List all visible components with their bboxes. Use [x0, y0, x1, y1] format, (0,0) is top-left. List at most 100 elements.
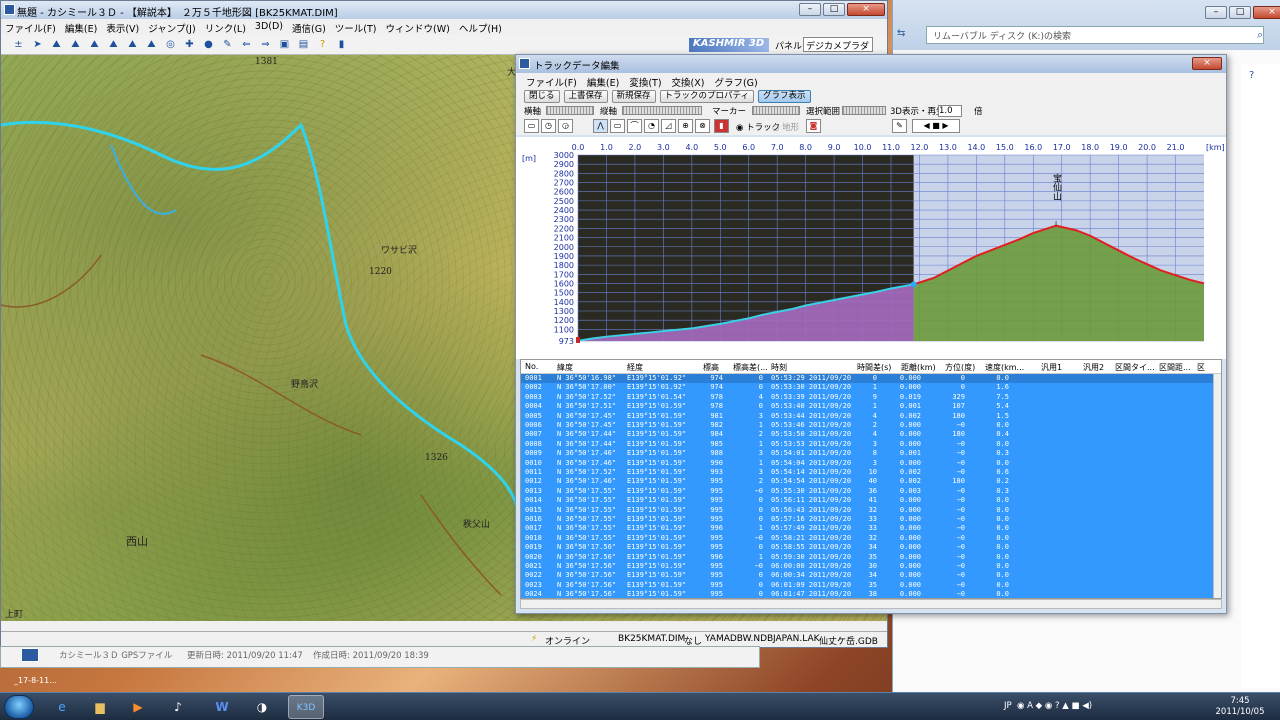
y-axis-slider[interactable]	[622, 106, 702, 115]
track-menu-convert[interactable]: 変換(T)	[629, 75, 661, 89]
clock-icon[interactable]: ◷	[541, 119, 556, 133]
mountain-down-icon[interactable]: ⛰	[87, 38, 102, 52]
track-line-icon[interactable]: ▭	[524, 119, 539, 133]
list-horizontal-scrollbar[interactable]	[520, 599, 1222, 609]
flat-line-icon[interactable]: ▭	[610, 119, 625, 133]
col-general1[interactable]: 汎用1	[1041, 362, 1062, 373]
arrow-right-icon[interactable]: ⇒	[258, 38, 273, 52]
table-row[interactable]: 0012 N 36°50'17.46" E139°15'01.59" 995 2 05:5…	[521, 477, 1213, 486]
shape-icon[interactable]: ◔	[644, 119, 659, 133]
system-tray[interactable]: JP ◉ A ◆ ◉ ? ▲ ■ ◀)	[1004, 701, 1092, 711]
graph-display-button[interactable]: グラフ表示	[758, 90, 811, 103]
x-axis-slider[interactable]	[546, 106, 594, 115]
table-row[interactable]: 0010 N 36°50'17.46" E139°15'01.59" 990 1 05:5…	[521, 459, 1213, 468]
maximize-button[interactable]: □	[1229, 6, 1251, 19]
edit-icon[interactable]: ✎	[892, 119, 907, 133]
menu-help[interactable]: ヘルプ(H)	[459, 21, 502, 35]
menu-window[interactable]: ウィンドウ(W)	[386, 21, 450, 35]
col-lat[interactable]: 緯度	[557, 362, 573, 373]
clock[interactable]: 7:45 2011/10/05	[1210, 696, 1270, 718]
mountain-right-icon[interactable]: ⛰	[125, 38, 140, 52]
col-elev-diff[interactable]: 標高差(...	[733, 362, 768, 373]
new-save-button[interactable]: 新規保存	[611, 90, 656, 103]
paint-icon[interactable]: ◑	[244, 695, 280, 719]
elevation-chart[interactable]: 973 1100 1200 1300 1400 1500 1600 1700 1800 1900 2…	[516, 137, 1226, 359]
close-button[interactable]: ×	[847, 3, 885, 16]
close-track-button[interactable]: 閉じる	[524, 90, 560, 103]
overwrite-save-button[interactable]: 上書保存	[563, 90, 608, 103]
media-player-icon[interactable]: ▶	[120, 695, 156, 719]
globe-icon[interactable]: ●	[201, 38, 216, 52]
audio-icon[interactable]: ♪	[160, 695, 196, 719]
clock-add-icon[interactable]: ◶	[558, 119, 573, 133]
track-close-button[interactable]: ×	[1192, 57, 1222, 70]
close-button[interactable]: ×	[1253, 6, 1280, 19]
explorer-search-input[interactable]: リムーバブル ディスク (K:)の検索	[926, 26, 1264, 44]
col-section-time[interactable]: 区間タイ...	[1115, 362, 1155, 373]
col-distance[interactable]: 距離(km)	[901, 362, 936, 373]
table-row[interactable]: 0016 N 36°50'17.55" E139°15'01.59" 995 0 05:5…	[521, 515, 1213, 524]
pencil-icon[interactable]: ✎	[220, 38, 235, 52]
folder-icon[interactable]: ▆	[82, 695, 118, 719]
save-icon[interactable]: ▣	[277, 38, 292, 52]
col-general2[interactable]: 汎用2	[1083, 362, 1104, 373]
zoom-icon[interactable]: ±	[11, 38, 26, 52]
track-menu-edit[interactable]: 編集(E)	[587, 75, 619, 89]
col-bearing[interactable]: 方位(度)	[945, 362, 975, 373]
gps-icon[interactable]: ▤	[296, 38, 311, 52]
table-row[interactable]: 0024 N 36°50'17.56" E139°15'01.59" 995 0 06:0…	[521, 590, 1213, 598]
menu-jump[interactable]: ジャンプ(J)	[148, 21, 195, 35]
table-row[interactable]: 0004 N 36°50'17.51" E139°15'01.59" 978 0 05:5…	[521, 402, 1213, 411]
marker-icon[interactable]: ✚	[182, 38, 197, 52]
info-icon[interactable]: ▮	[334, 38, 349, 52]
curve-icon[interactable]: ⌒	[627, 119, 642, 133]
track-menu-graph[interactable]: グラフ(G)	[714, 75, 757, 89]
table-row[interactable]: 0005 N 36°50'17.45" E139°15'01.59" 981 3 05:5…	[521, 412, 1213, 421]
list-vertical-scrollbar[interactable]	[1213, 374, 1221, 598]
table-row[interactable]: 0001 N 36°50'16.98" E139°15'01.92" 974 0 05:5…	[521, 374, 1213, 383]
track-menu-file[interactable]: ファイル(F)	[526, 75, 577, 89]
playback-controls[interactable]: ◀ ■ ▶	[912, 119, 960, 133]
refresh-icon[interactable]: ⇆	[897, 28, 905, 39]
menu-edit[interactable]: 編集(E)	[65, 21, 97, 35]
pointer-icon[interactable]: ➤	[30, 38, 45, 52]
terrain-radio[interactable]: ○ 地形	[772, 121, 799, 133]
elevation-graph-icon[interactable]: ⋀	[593, 119, 608, 133]
menu-comm[interactable]: 通信(G)	[292, 21, 326, 35]
panel-select[interactable]: デジカメプラダイ ▾	[803, 37, 873, 65]
table-row[interactable]: 0011 N 36°50'17.52" E139°15'01.59" 993 3 05:5…	[521, 468, 1213, 477]
minimize-button[interactable]: –	[799, 3, 821, 16]
table-row[interactable]: 0002 N 36°50'17.00" E139°15'01.92" 974 0 05:5…	[521, 383, 1213, 392]
col-speed[interactable]: 速度(km...	[985, 362, 1024, 373]
table-row[interactable]: 0017 N 36°50'17.55" E139°15'01.59" 996 1 05:5…	[521, 524, 1213, 533]
arrow-left-icon[interactable]: ⇐	[239, 38, 254, 52]
col-section[interactable]: 区	[1197, 362, 1205, 373]
plug-alt-icon[interactable]: ⊗	[695, 119, 710, 133]
lang-indicator[interactable]: JP	[1004, 701, 1012, 711]
col-lon[interactable]: 経度	[627, 362, 643, 373]
menu-view[interactable]: 表示(V)	[106, 21, 139, 35]
col-section-distance[interactable]: 区間距...	[1159, 362, 1191, 373]
col-time-diff[interactable]: 時間差(s)	[857, 362, 891, 373]
marker-slider[interactable]	[752, 106, 800, 115]
plug-icon[interactable]: ⊕	[678, 119, 693, 133]
table-row[interactable]: 0015 N 36°50'17.55" E139°15'01.59" 995 0 05:5…	[521, 506, 1213, 515]
table-row[interactable]: 0014 N 36°50'17.55" E139°15'01.59" 995 0 05:5…	[521, 496, 1213, 505]
col-time[interactable]: 時刻	[771, 362, 787, 373]
gps-file-window[interactable]: カシミール３Ｄ GPSファイル 更新日時: 2011/09/20 11:47 作…	[0, 646, 760, 668]
main-title-bar[interactable]: 無題 - カシミール３Ｄ - 【解説本】 ２万５千地形図 [BK25KMAT.D…	[1, 1, 887, 19]
mountain-up-icon[interactable]: ⛰	[68, 38, 83, 52]
range-slider[interactable]	[842, 106, 886, 115]
binoculars-icon[interactable]: ◎	[163, 38, 178, 52]
table-row[interactable]: 0018 N 36°50'17.55" E139°15'01.59" 995 −0 05:…	[521, 534, 1213, 543]
table-row[interactable]: 0013 N 36°50'17.55" E139°15'01.59" 995 −0 05:…	[521, 487, 1213, 496]
mountain-flat-icon[interactable]: ⛰	[144, 38, 159, 52]
table-row[interactable]: 0008 N 36°50'17.44" E139°15'01.59" 985 1 05:5…	[521, 440, 1213, 449]
camera-icon[interactable]: ◙	[806, 119, 821, 133]
mountain-left-icon[interactable]: ⛰	[106, 38, 121, 52]
track-title-bar[interactable]: トラックデータ編集	[516, 55, 1226, 73]
help-icon[interactable]: ?	[315, 38, 330, 52]
desktop-file-label[interactable]: _17-8-11...	[14, 676, 57, 685]
table-row[interactable]: 0020 N 36°50'17.56" E139°15'01.59" 996 1 05:5…	[521, 553, 1213, 562]
table-row[interactable]: 0021 N 36°50'17.56" E139°15'01.59" 995 −0 06:…	[521, 562, 1213, 571]
